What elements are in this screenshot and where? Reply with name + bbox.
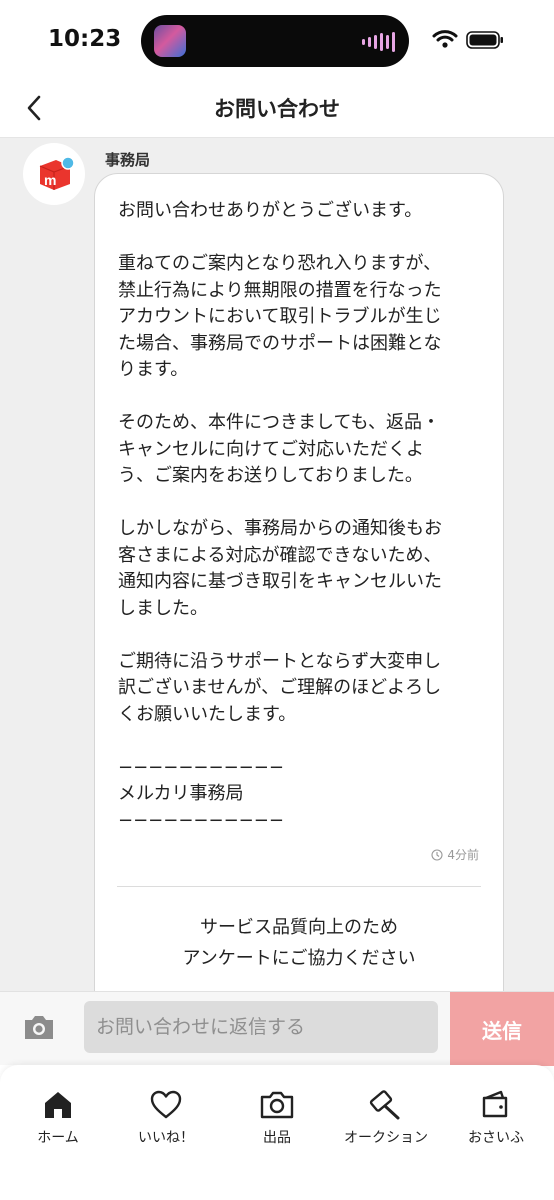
tab-auction[interactable]: オークション — [331, 1089, 441, 1149]
tab-likes[interactable]: いいね！ — [111, 1089, 221, 1149]
message-bubble: お問い合わせありがとうございます。 重ねてのご案内となり恐れ入りますが、 禁止行… — [94, 173, 504, 991]
tab-label: いいね！ — [138, 1130, 194, 1146]
message-body: お問い合わせありがとうございます。 重ねてのご案内となり恐れ入りますが、 禁止行… — [118, 200, 442, 831]
status-bar: 10:23 — [0, 0, 554, 80]
now-playing-artwork — [154, 25, 186, 57]
tab-sell[interactable]: 出品 — [222, 1089, 332, 1149]
battery-icon — [466, 31, 503, 49]
audio-waveform-icon — [362, 32, 395, 52]
page-title: お問い合わせ — [214, 97, 340, 121]
dynamic-island — [141, 15, 409, 67]
chat-area[interactable]: m 事務局 お問い合わせありがとうございます。 重ねてのご案内となり恐れ入ります… — [0, 138, 554, 991]
reply-bar: 送信 — [0, 991, 554, 1066]
sender-name: 事務局 — [105, 151, 151, 169]
wallet-icon — [482, 1090, 508, 1118]
header: お問い合わせ — [0, 80, 554, 138]
tab-home[interactable]: ホーム — [3, 1089, 113, 1149]
tab-label: 出品 — [263, 1130, 291, 1146]
bottom-tab-bar: ホーム いいね！ 出品 オークション おさいふ — [0, 1065, 554, 1200]
home-icon — [45, 1092, 71, 1118]
heart-icon — [150, 1090, 182, 1119]
send-button[interactable]: 送信 — [450, 992, 554, 1066]
reply-input[interactable] — [84, 1001, 438, 1053]
wifi-icon — [432, 30, 458, 48]
survey-link[interactable]: サービス品質向上のため アンケートにご協力ください — [95, 912, 503, 974]
mercari-logo-icon: m — [39, 156, 75, 190]
tab-label: おさいふ — [468, 1130, 524, 1146]
svg-text:m: m — [44, 172, 56, 188]
tab-label: オークション — [344, 1130, 428, 1146]
tab-label: ホーム — [37, 1130, 79, 1146]
camera-button[interactable] — [22, 1012, 56, 1042]
camera-icon — [260, 1091, 294, 1119]
avatar[interactable]: m — [23, 143, 85, 205]
tab-wallet[interactable]: おさいふ — [441, 1089, 551, 1149]
timestamp-label: 4分前 — [447, 848, 479, 862]
clock-icon — [431, 848, 443, 861]
divider — [117, 886, 481, 887]
status-time: 10:23 — [48, 26, 122, 52]
gavel-icon — [369, 1090, 400, 1120]
message-timestamp: 4分前 — [431, 846, 479, 863]
